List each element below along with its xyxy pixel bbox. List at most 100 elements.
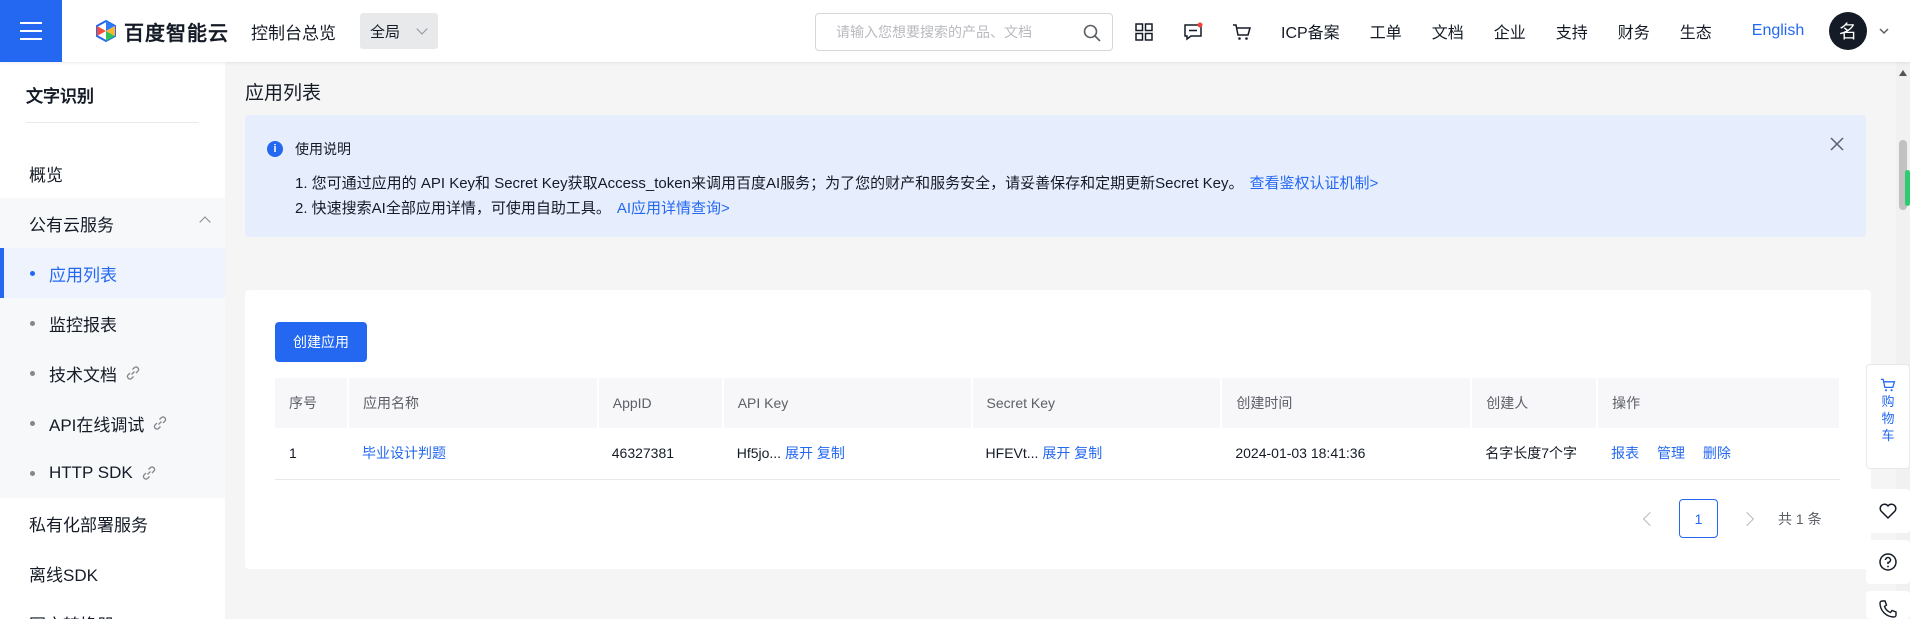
sidebar-item-monitor[interactable]: 监控报表 (0, 298, 225, 348)
help-icon (1879, 553, 1897, 571)
cart-icon (1880, 378, 1896, 392)
sidebar-group-public-cloud[interactable]: 公有云服务 (0, 198, 225, 248)
info-icon: i (267, 141, 283, 157)
sidebar-divider (26, 122, 199, 123)
search-box[interactable] (815, 13, 1113, 51)
logo-text: 百度智能云 (124, 22, 229, 45)
avatar[interactable]: 名 (1829, 12, 1867, 50)
cell-created-at: 2024-01-03 18:41:36 (1221, 428, 1472, 480)
cart-icon[interactable] (1228, 18, 1255, 45)
col-header-created-at: 创建时间 (1221, 378, 1473, 428)
nav-icp[interactable]: ICP备案 (1281, 19, 1340, 43)
manage-link[interactable]: 管理 (1657, 445, 1685, 461)
favorite-button[interactable] (1866, 489, 1910, 533)
sidebar-item-image-convert[interactable]: 图文转换器 (0, 598, 225, 619)
search-input[interactable] (836, 24, 1076, 40)
chevron-down-icon (416, 23, 428, 35)
col-header-index: 序号 (275, 378, 349, 428)
sidebar-item-label: 概览 (29, 165, 63, 185)
scroll-up-arrow-icon[interactable] (1899, 70, 1907, 76)
floating-cart-button[interactable]: 购 物 车 (1866, 364, 1910, 469)
chevron-up-icon (199, 216, 211, 228)
language-switch[interactable]: English (1752, 22, 1804, 40)
col-header-secret-key: Secret Key (971, 378, 1223, 428)
cart-label-char: 物 (1881, 411, 1895, 426)
hamburger-menu-button[interactable] (0, 0, 62, 62)
close-icon[interactable] (1828, 135, 1846, 153)
secret-key-copy-link[interactable]: 复制 (1074, 445, 1102, 461)
nav-ticket[interactable]: 工单 (1370, 19, 1402, 43)
external-link-icon (126, 366, 140, 380)
secret-key-masked: HFEVt... (985, 445, 1039, 462)
next-page-icon[interactable] (1739, 511, 1755, 526)
sidebar: 文字识别 概览 公有云服务 应用列表 监控报表 技术文档 API在线调试 HTT… (0, 62, 225, 619)
cart-label-char: 购 (1881, 394, 1895, 409)
table-header-row: 序号 应用名称 AppID API Key Secret Key 创建时间 创建… (275, 378, 1841, 428)
api-key-expand-link[interactable]: 展开 (785, 445, 813, 461)
sidebar-item-tech-docs[interactable]: 技术文档 (0, 348, 225, 398)
sidebar-item-offline-sdk[interactable]: 离线SDK (0, 548, 225, 598)
top-nav: ICP备案 工单 文档 企业 支持 财务 生态 English (1281, 0, 1834, 62)
sidebar-item-label: API在线调试 (49, 415, 145, 435)
sidebar-item-private-deploy[interactable]: 私有化部署服务 (0, 498, 225, 548)
sidebar-item-label: HTTP SDK (49, 463, 133, 482)
report-link[interactable]: 报表 (1611, 445, 1639, 461)
sidebar-item-label: 技术文档 (49, 365, 117, 385)
api-key-copy-link[interactable]: 复制 (817, 445, 845, 461)
message-icon[interactable] (1179, 18, 1206, 45)
nav-support[interactable]: 支持 (1556, 19, 1588, 43)
sidebar-title: 文字识别 (26, 87, 94, 106)
col-header-api-key: API Key (722, 378, 973, 428)
sidebar-item-http-sdk[interactable]: HTTP SDK (0, 448, 225, 498)
console-home-link[interactable]: 控制台总览 (251, 19, 336, 44)
notice-line-2: 2. 快速搜索AI全部应用详情，可使用自助工具。 AI应用详情查询> (295, 197, 730, 218)
pagination: 1 共 1 条 (1642, 499, 1822, 538)
sidebar-item-label: 公有云服务 (29, 215, 114, 235)
prev-page-icon[interactable] (1642, 511, 1658, 526)
help-button[interactable] (1866, 540, 1910, 584)
cloud-logo-icon (96, 19, 116, 43)
scope-select-value: 全局 (370, 23, 401, 41)
sidebar-item-label: 监控报表 (49, 315, 117, 335)
table-row: 1 毕业设计判题 46327381 Hf5jo... 展开 复制 HFEVt..… (275, 428, 1840, 480)
sidebar-item-overview[interactable]: 概览 (0, 148, 225, 198)
nav-ecosystem[interactable]: 生态 (1680, 19, 1712, 43)
app-name-link[interactable]: 毕业设计判题 (362, 445, 446, 461)
sidebar-item-label: 应用列表 (49, 265, 117, 285)
sidebar-item-api-debug[interactable]: API在线调试 (0, 398, 225, 448)
app-list-card: 创建应用 序号 应用名称 AppID API Key Secret Key 创建… (245, 290, 1871, 569)
auth-mechanism-link[interactable]: 查看鉴权认证机制> (1250, 175, 1379, 192)
sidebar-item-app-list[interactable]: 应用列表 (0, 248, 225, 298)
scroll-progress-indicator (1905, 170, 1910, 206)
search-icon[interactable] (1082, 23, 1102, 43)
sidebar-item-label: 图文转换器 (29, 611, 114, 619)
create-app-button[interactable]: 创建应用 (275, 322, 367, 362)
external-link-icon (142, 466, 155, 480)
phone-button[interactable] (1866, 591, 1910, 619)
brand-logo[interactable]: 百度智能云 (94, 17, 229, 46)
cart-label-char: 车 (1881, 428, 1895, 443)
nav-docs[interactable]: 文档 (1432, 19, 1464, 43)
external-link-icon (154, 416, 167, 430)
notice-line-1: 1. 您可通过应用的 API Key和 Secret Key获取Access_t… (295, 172, 1378, 193)
sidebar-item-label: 私有化部署服务 (29, 515, 148, 535)
scope-select[interactable]: 全局 (360, 13, 438, 49)
cell-index: 1 (275, 428, 348, 480)
notice-line-2-text: 2. 快速搜索AI全部应用详情，可使用自助工具。 (295, 200, 611, 217)
nav-finance[interactable]: 财务 (1618, 19, 1650, 43)
heart-icon (1879, 503, 1897, 520)
page-title: 应用列表 (245, 83, 322, 104)
notice-title: 使用说明 (295, 141, 351, 157)
chevron-down-icon[interactable] (1878, 25, 1890, 37)
secret-key-expand-link[interactable]: 展开 (1042, 445, 1070, 461)
notice-line-1-text: 1. 您可通过应用的 API Key和 Secret Key获取Access_t… (295, 175, 1244, 192)
ai-app-query-link[interactable]: AI应用详情查询> (617, 200, 730, 217)
page-number-current[interactable]: 1 (1679, 499, 1718, 538)
apps-grid-icon[interactable] (1130, 18, 1157, 45)
nav-enterprise[interactable]: 企业 (1494, 19, 1526, 43)
phone-icon (1879, 600, 1897, 618)
top-icon-group (1130, 18, 1255, 45)
delete-link[interactable]: 删除 (1703, 445, 1731, 461)
page-scrollbar[interactable] (1896, 62, 1910, 619)
api-key-masked: Hf5jo... (736, 445, 782, 462)
